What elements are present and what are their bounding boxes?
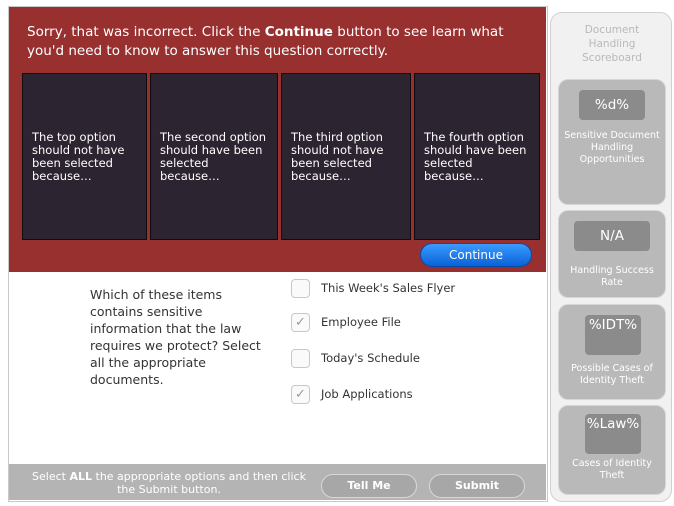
checkbox[interactable] — [291, 279, 310, 298]
feedback-panel: Sorry, that was incorrect. Click the Con… — [9, 7, 546, 272]
score-card-success-rate: N/A Handling Success Rate — [558, 210, 666, 298]
score-label: Sensitive Document Handling Opportunitie… — [564, 130, 660, 165]
scoreboard-title: Document Handling Scoreboard — [582, 24, 642, 64]
footer-instruction: Select ALL the appropriate options and t… — [29, 470, 309, 496]
choice-label: Employee File — [321, 315, 401, 329]
score-label: Cases of Identity Theft — [572, 458, 652, 481]
feedback-message: Sorry, that was incorrect. Click the Con… — [27, 23, 537, 61]
score-card-opportunities: %d% Sensitive Document Handling Opportun… — [558, 79, 666, 205]
checkbox-checked[interactable]: ✓ — [291, 385, 310, 404]
option-feedback-1: The top option should not have been sele… — [22, 73, 147, 240]
score-label: Possible Cases of Identity Theft — [571, 363, 653, 386]
option-feedback-text: The fourth option should have been selec… — [424, 129, 527, 183]
feedback-message-bold: Continue — [264, 24, 333, 40]
choice-label: Today's Schedule — [321, 351, 420, 365]
checkmark-icon: ✓ — [295, 387, 306, 402]
score-card-identity-theft-cases: %Law% Cases of Identity Theft — [558, 405, 666, 495]
footer-instruction-bold: ALL — [69, 470, 93, 483]
score-value: N/A — [574, 221, 650, 251]
question-text: Which of these items contains sensitive … — [90, 287, 261, 387]
footer-instruction-suffix: the appropriate options and then click t… — [92, 470, 306, 496]
checkbox-checked[interactable]: ✓ — [291, 313, 310, 332]
option-feedback-4: The fourth option should have been selec… — [414, 73, 540, 240]
checkmark-icon: ✓ — [295, 315, 306, 330]
submit-button[interactable]: Submit — [429, 474, 525, 498]
feedback-message-prefix: Sorry, that was incorrect. Click the — [27, 24, 265, 40]
choice-label: This Week's Sales Flyer — [321, 281, 456, 295]
option-feedback-3: The third option should not have been se… — [281, 73, 411, 240]
option-feedback-2: The second option should have been selec… — [150, 73, 278, 240]
score-card-possible-identity-theft: %IDT% Possible Cases of Identity Theft — [558, 304, 666, 400]
checkbox[interactable] — [291, 349, 310, 368]
score-label: Handling Success Rate — [570, 265, 654, 288]
scoreboard-sidebar: Document Handling Scoreboard %d% Sensiti… — [550, 12, 672, 502]
option-feedback-text: The third option should not have been se… — [291, 129, 384, 183]
tell-me-button[interactable]: Tell Me — [321, 474, 417, 498]
continue-button[interactable]: Continue — [420, 243, 532, 267]
option-feedback-text: The second option should have been selec… — [160, 129, 267, 183]
choice-label: Job Applications — [321, 387, 413, 401]
score-value: %d% — [579, 90, 645, 120]
footer-instruction-prefix: Select — [32, 470, 70, 483]
score-value: %Law% — [585, 414, 641, 454]
score-value: %IDT% — [585, 315, 641, 355]
option-feedback-text: The top option should not have been sele… — [32, 129, 125, 183]
